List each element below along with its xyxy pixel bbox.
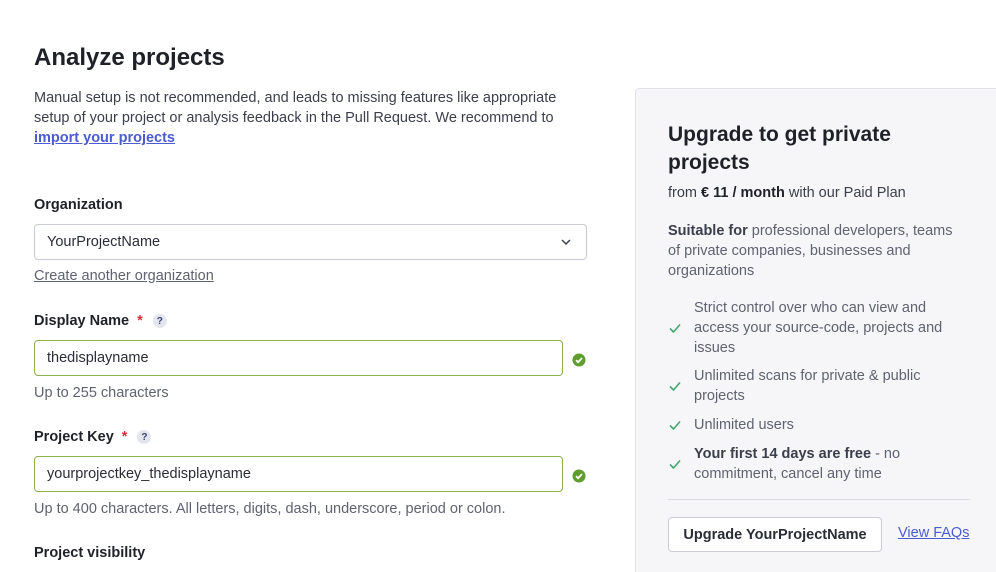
- import-projects-link[interactable]: import your projects: [34, 130, 175, 146]
- check-circle-icon: [572, 353, 586, 367]
- checkmark-icon: [669, 381, 681, 392]
- feature-item: Strict control over who can view and acc…: [668, 298, 968, 358]
- view-faqs-link[interactable]: View FAQs: [898, 525, 969, 541]
- upgrade-card-title: Upgrade to get private projects: [668, 123, 891, 174]
- project-visibility-label-text: Project visibility: [34, 545, 146, 561]
- organization-select[interactable]: YourProjectName: [34, 224, 587, 260]
- check-circle-icon: [572, 469, 586, 483]
- organization-select-value: YourProjectName: [47, 234, 161, 250]
- organization-label: Organization: [34, 197, 123, 213]
- display-name-value: thedisplayname: [47, 350, 149, 366]
- feature-text: Your first 14 days are free - no commitm…: [694, 444, 968, 484]
- checkmark-icon: [669, 459, 681, 470]
- checkmark-icon: [669, 420, 681, 431]
- price-suffix: with our Paid Plan: [784, 185, 906, 201]
- feature-item: Your first 14 days are free - no commitm…: [668, 444, 968, 484]
- display-name-label: Display Name * ?: [34, 313, 167, 329]
- feature-item: Unlimited users: [668, 415, 968, 435]
- create-organization-link[interactable]: Create another organization: [34, 268, 214, 284]
- project-visibility-label: Project visibility: [34, 545, 145, 561]
- upgrade-price: from € 11 / month with our Paid Plan: [668, 185, 906, 201]
- feature-text: Unlimited scans for private & public pro…: [694, 368, 921, 404]
- organization-label-text: Organization: [34, 197, 123, 213]
- description-bold: Suitable for: [668, 223, 748, 239]
- project-key-hint: Up to 400 characters. All letters, digit…: [34, 501, 506, 517]
- intro-body: Manual setup is not recommended, and lea…: [34, 90, 557, 126]
- help-icon[interactable]: ?: [152, 314, 167, 328]
- upgrade-description: Suitable for professional developers, te…: [668, 221, 968, 281]
- help-icon[interactable]: ?: [137, 430, 152, 444]
- project-key-label-text: Project Key: [34, 429, 114, 445]
- chevron-down-icon: [561, 239, 571, 246]
- project-key-input[interactable]: yourprojectkey_thedisplayname: [34, 456, 563, 492]
- checkmark-icon: [669, 323, 681, 334]
- feature-text: Unlimited users: [694, 417, 794, 433]
- upgrade-card: Upgrade to get private projects from € 1…: [635, 88, 996, 572]
- required-marker: *: [121, 429, 128, 445]
- project-key-label: Project Key * ?: [34, 429, 152, 445]
- price-prefix: from: [668, 185, 702, 201]
- required-marker: *: [137, 313, 143, 329]
- feature-bold: Your first 14 days are free: [694, 446, 872, 462]
- price-amount: € 11 / month: [701, 185, 785, 201]
- display-name-input[interactable]: thedisplayname: [34, 340, 563, 376]
- feature-item: Unlimited scans for private & public pro…: [668, 366, 968, 406]
- intro-text: Manual setup is not recommended, and lea…: [34, 88, 579, 148]
- upgrade-button[interactable]: Upgrade YourProjectName: [668, 517, 882, 552]
- project-key-value: yourprojectkey_thedisplayname: [47, 466, 251, 482]
- page-title: Analyze projects: [34, 44, 225, 71]
- display-name-label-text: Display Name: [34, 313, 130, 329]
- feature-text: Strict control over who can view and acc…: [694, 300, 943, 356]
- card-divider: [668, 499, 970, 500]
- display-name-hint: Up to 255 characters: [34, 385, 169, 401]
